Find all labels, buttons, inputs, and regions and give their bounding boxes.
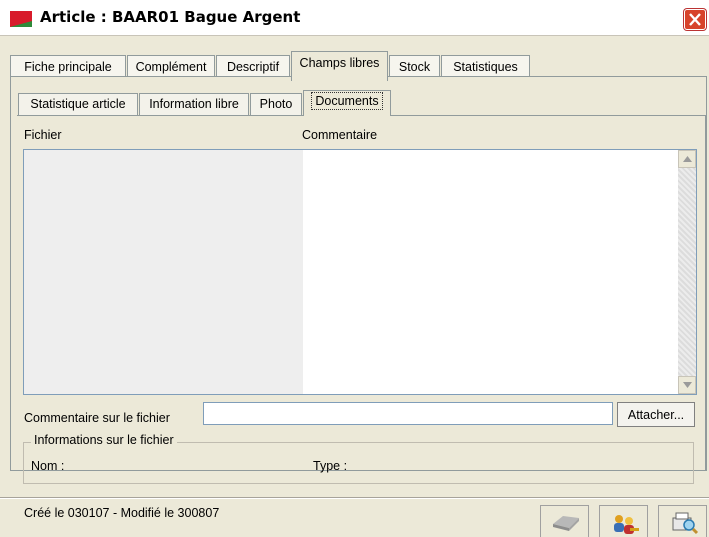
window-title: Article : BAAR01 Bague Argent	[40, 8, 301, 26]
subtab-photo[interactable]: Photo	[250, 93, 302, 115]
fichier-column	[24, 150, 303, 394]
subtab-documents[interactable]: Documents	[303, 90, 391, 116]
attach-button[interactable]: Attacher...	[617, 402, 695, 427]
print-preview-icon	[672, 512, 699, 535]
vertical-scrollbar[interactable]	[678, 150, 696, 394]
eraser-icon	[553, 516, 579, 531]
file-info-legend: Informations sur le fichier	[31, 433, 177, 447]
print-preview-button[interactable]	[658, 505, 707, 537]
subtab-statistique-article[interactable]: Statistique article	[18, 93, 138, 115]
documents-list[interactable]	[23, 149, 697, 395]
article-icon	[10, 11, 32, 27]
status-divider	[0, 497, 709, 499]
nom-label: Nom :	[31, 459, 65, 473]
type-label: Type :	[313, 459, 348, 473]
tab-champs-libres[interactable]: Champs libres	[291, 51, 388, 81]
users-button[interactable]	[599, 505, 648, 537]
close-button[interactable]	[684, 9, 706, 30]
scroll-up-button[interactable]	[678, 150, 696, 168]
erase-button[interactable]	[540, 505, 589, 537]
comment-input[interactable]	[203, 402, 613, 425]
comment-label: Commentaire sur le fichier	[24, 411, 170, 425]
subtab-documents-label: Documents	[311, 92, 383, 110]
subtab-information-libre[interactable]: Information libre	[139, 93, 249, 115]
column-header-commentaire[interactable]: Commentaire	[302, 128, 377, 142]
title-bar: Article : BAAR01 Bague Argent	[0, 0, 709, 36]
column-header-fichier[interactable]: Fichier	[24, 128, 62, 142]
arrow-down-icon	[683, 382, 692, 388]
close-icon	[689, 13, 701, 26]
arrow-up-icon	[683, 156, 692, 162]
file-info-group	[23, 442, 694, 484]
status-text: Créé le 030107 - Modifié le 300807	[24, 506, 220, 520]
users-key-icon	[614, 515, 639, 534]
scroll-down-button[interactable]	[678, 376, 696, 394]
